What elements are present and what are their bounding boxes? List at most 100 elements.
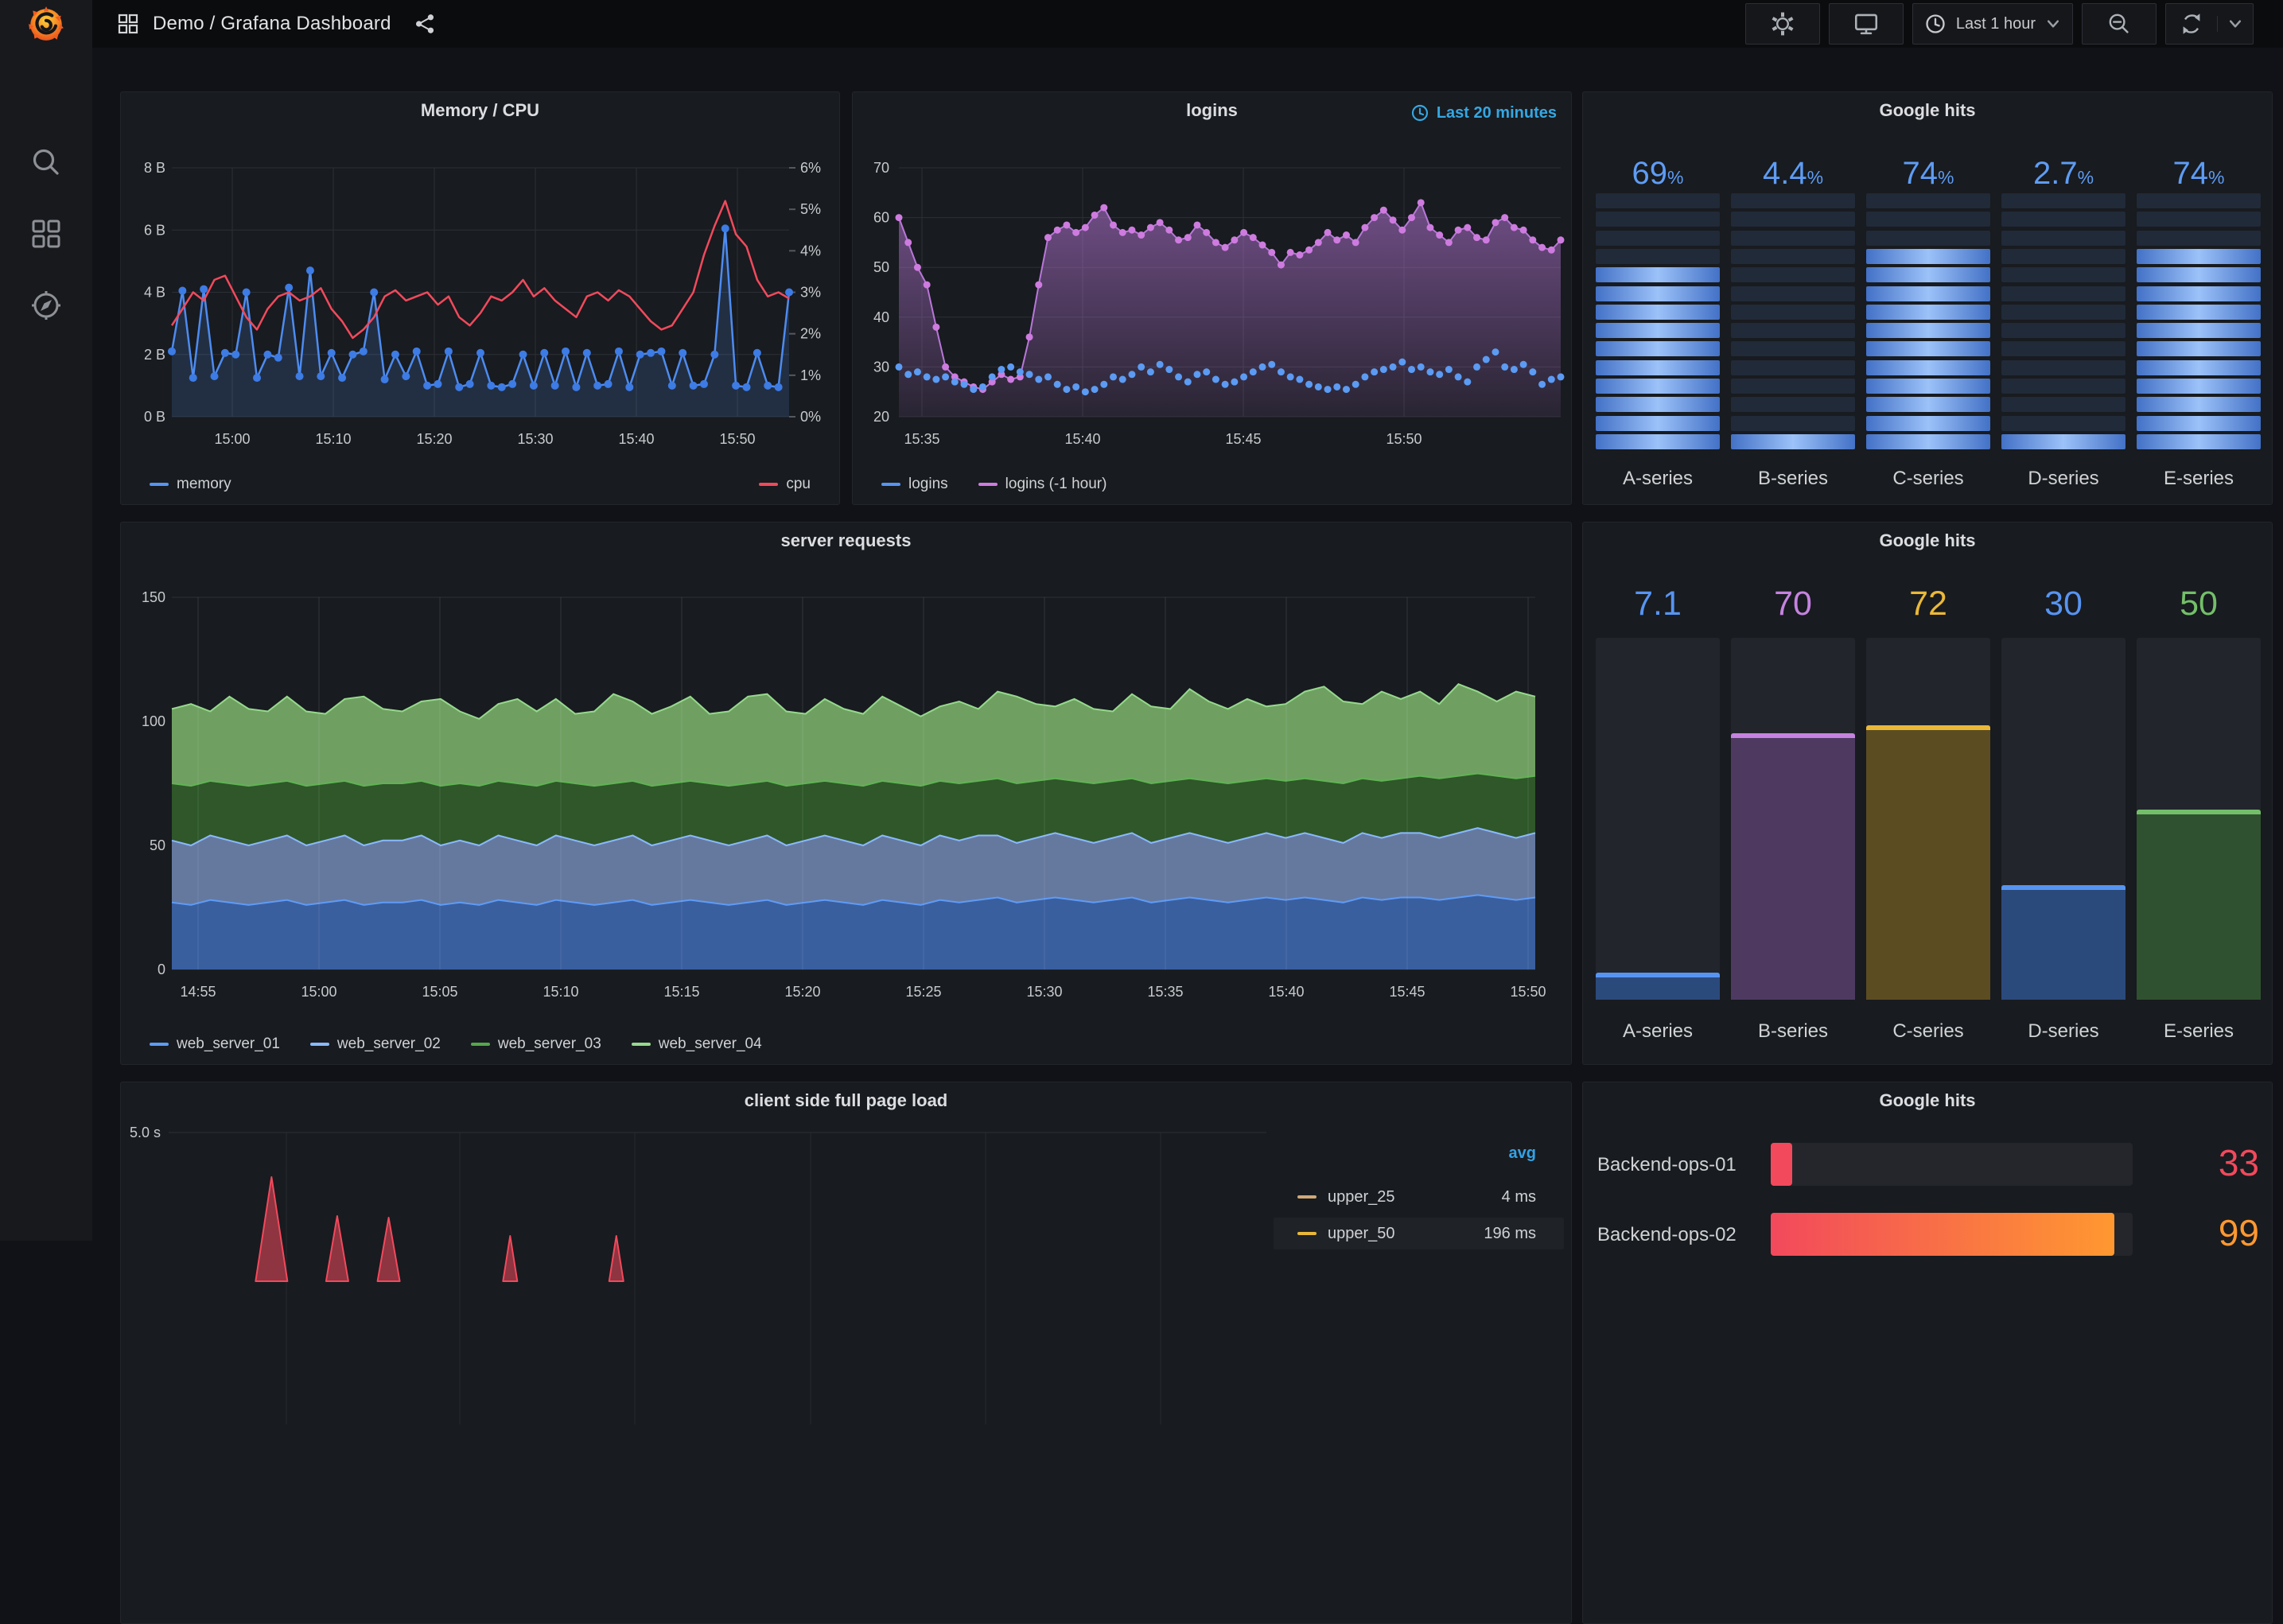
refresh-interval-caret[interactable] [2217, 16, 2253, 32]
led-segment [1596, 248, 1720, 264]
led-segment [1596, 304, 1720, 320]
breadcrumb[interactable]: Demo / Grafana Dashboard [118, 13, 436, 35]
legend-column-header[interactable]: avg [1457, 1144, 1536, 1163]
panel-title[interactable]: Google hits [1583, 530, 2272, 551]
grafana-logo-icon [29, 6, 64, 41]
axis-label: 15:10 [315, 431, 351, 447]
led-segment [2137, 379, 2261, 394]
axis-label: 15:10 [543, 984, 578, 1000]
panel-time-override[interactable]: Last 20 minutes [1410, 103, 1557, 122]
led-segment [1596, 379, 1720, 394]
bar-fill [1731, 733, 1855, 1000]
bar-cap [1731, 733, 1855, 738]
legend-item[interactable]: web_server_02 [309, 1035, 441, 1053]
legend-label: web_server_01 [177, 1035, 280, 1052]
led-segment [2001, 433, 2125, 449]
axis-label: 15:50 [1386, 431, 1422, 447]
bar-gauge-column: 72 C-series [1866, 523, 1990, 1064]
axis-label: 5% [800, 201, 821, 217]
time-range-picker[interactable]: Last 1 hour [1912, 3, 2073, 45]
led-segment [2137, 248, 2261, 264]
axis-label: 4 B [144, 285, 165, 301]
led-segment [1596, 193, 1720, 208]
refresh-button[interactable] [2166, 11, 2217, 37]
gauge-value: 30 [2044, 585, 2083, 623]
led-segment [1866, 212, 1990, 227]
gauge-value: 99 [2218, 1212, 2259, 1253]
led-segment [2137, 415, 2261, 431]
cycle-view-mode-button[interactable] [1828, 3, 1904, 45]
panel-title[interactable]: Google hits [1583, 100, 2272, 121]
bar-track [2001, 638, 2125, 1000]
led-segment [2001, 415, 2125, 431]
sidebar-item-dashboards[interactable] [29, 216, 64, 251]
legend: memory cpu [150, 476, 811, 493]
chart-canvas[interactable]: 70 60 50 40 30 20 15:35 15:40 15:45 15:50 [853, 92, 1571, 504]
led-segment [1731, 323, 1855, 339]
legend-label: memory [177, 476, 231, 492]
axis-label: 40 [873, 309, 889, 325]
dashboard-settings-button[interactable] [1744, 3, 1820, 45]
zoom-out-time-button[interactable] [2082, 3, 2157, 45]
legend-item[interactable]: logins [881, 476, 948, 493]
led-segment [2137, 212, 2261, 227]
axis-label: 50 [873, 259, 889, 275]
gauge-category-label: C-series [1892, 1020, 1964, 1042]
legend-color-dash [150, 1043, 169, 1046]
led-segment [1731, 193, 1855, 208]
gauge-category-label: C-series [1892, 468, 1964, 489]
sidebar-item-search[interactable] [29, 145, 64, 180]
clock-icon [1926, 14, 1945, 33]
gauge-category-label: D-series [2028, 468, 2099, 489]
chart-canvas[interactable]: 8 B 6 B 4 B 2 B 0 B 6% 5% 4% 3% 2% 1% 0% 15:00 15:10 1… [121, 92, 839, 504]
legend-item[interactable]: web_server_03 [470, 1035, 601, 1053]
axis-label: 15:05 [422, 984, 457, 1000]
panel-google-hits-bars: Google hits 7.1 A-series 70 B-series 72 C-ser… [1582, 522, 2273, 1065]
led-segment [1596, 323, 1720, 339]
legend-item[interactable]: cpu [759, 476, 811, 493]
grafana-logo[interactable] [0, 0, 92, 48]
led-segment [2001, 230, 2125, 246]
chart-canvas[interactable]: 150 100 50 0 14:55 15:00 15:05 15:10 15:15 15:20 1… [121, 523, 1571, 1064]
led-segment [2001, 267, 2125, 283]
sidebar-item-explore[interactable] [29, 288, 64, 323]
led-segment [2001, 248, 2125, 264]
legend-item[interactable]: web_server_04 [631, 1035, 762, 1053]
bar-cap [1866, 725, 1990, 730]
led-segment [1596, 433, 1720, 449]
axis-label: 15:50 [1510, 984, 1546, 1000]
led-segment [1731, 359, 1855, 375]
legend-label: web_server_04 [658, 1035, 762, 1052]
bar-fill [2001, 885, 2125, 1000]
share-icon[interactable] [414, 13, 436, 35]
bar-cap [1596, 973, 1720, 977]
led-segment [1731, 248, 1855, 264]
axis-label: 0% [800, 409, 821, 425]
legend-item[interactable]: logins (-1 hour) [978, 476, 1106, 493]
legend: web_server_01 web_server_02 web_server_03 w… [150, 1035, 1542, 1053]
panel-logins: logins Last 20 minutes logins logins (-1 … [852, 91, 1572, 505]
panel-title[interactable]: client side full page load [121, 1090, 1571, 1111]
gauge-unit: % [1938, 167, 1954, 188]
axis-label: 3% [800, 285, 821, 301]
axis-label: 15:20 [416, 431, 452, 447]
bar-track [1731, 638, 1855, 1000]
legend-item[interactable]: upper_25 4 ms [1274, 1181, 1564, 1213]
led-segment [1596, 415, 1720, 431]
panel-title[interactable]: server requests [121, 530, 1571, 551]
led-segment [1596, 286, 1720, 301]
legend-item[interactable]: memory [150, 476, 231, 493]
gauge-value: 33 [2218, 1142, 2259, 1183]
legend-item[interactable]: upper_50 196 ms [1274, 1218, 1564, 1249]
panel-title[interactable]: Google hits [1583, 1090, 2272, 1111]
bar-fill [1771, 1143, 1792, 1186]
search-icon [33, 149, 59, 175]
led-segment [2137, 397, 2261, 413]
led-segment [1731, 212, 1855, 227]
led-segment [1731, 379, 1855, 394]
legend-item[interactable]: web_server_01 [150, 1035, 280, 1053]
bar-fill [1866, 725, 1990, 1000]
legend-label: web_server_02 [336, 1035, 441, 1052]
legend-color-dash [1297, 1195, 1317, 1199]
panel-title[interactable]: Memory / CPU [121, 100, 839, 121]
